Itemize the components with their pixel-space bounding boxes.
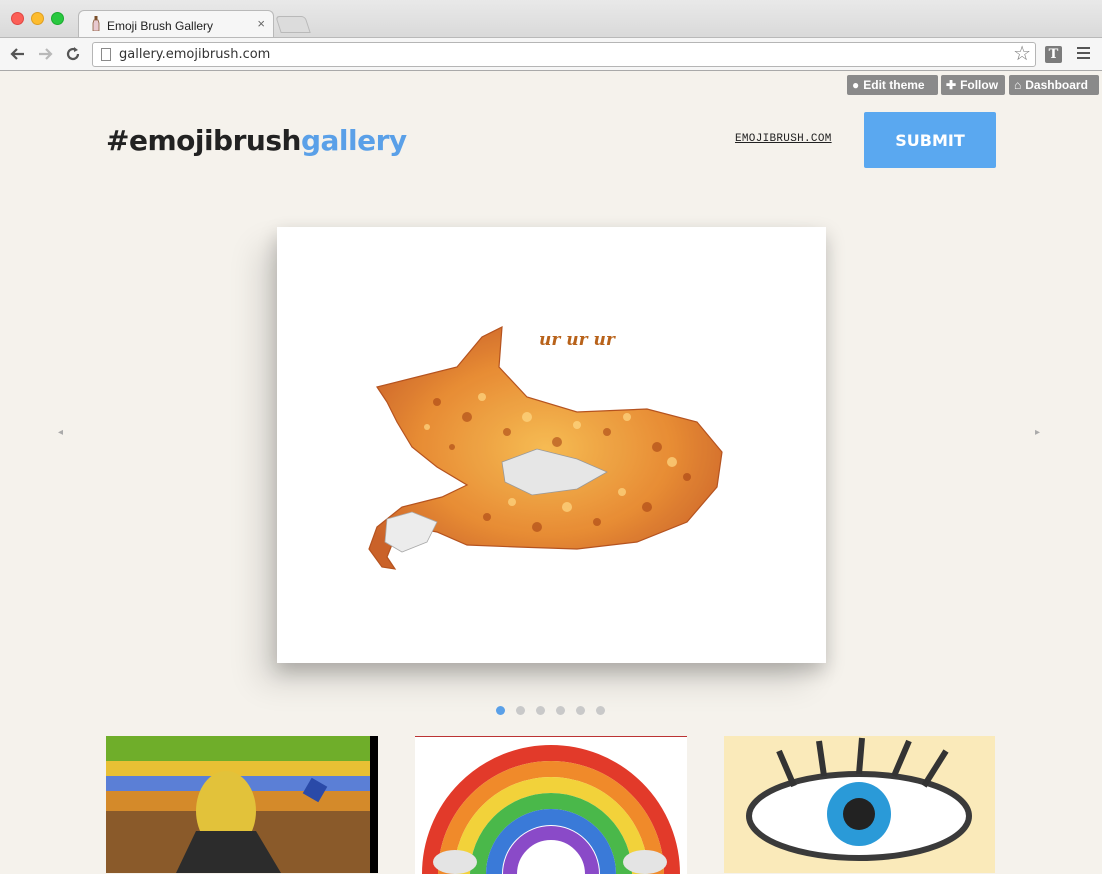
emojibrush-link[interactable]: EMOJIBRUSH.COM: [735, 133, 832, 145]
plus-icon: ✚: [946, 78, 957, 92]
slide-dot-1[interactable]: [496, 706, 505, 715]
slide-dot-3[interactable]: [536, 706, 545, 715]
hamburger-menu-icon[interactable]: [1077, 47, 1090, 61]
tab-title: Emoji Brush Gallery: [107, 19, 214, 33]
site-logo[interactable]: #emojibrushgallery: [106, 124, 407, 157]
emoji-mona-lisa-artwork: [106, 736, 378, 873]
emoji-rainbow-artwork: [415, 737, 687, 874]
new-tab-button[interactable]: [275, 16, 311, 33]
forward-arrow-icon[interactable]: [35, 44, 55, 64]
reload-icon[interactable]: [63, 44, 83, 64]
tab-close-icon[interactable]: ×: [257, 16, 265, 31]
back-arrow-icon[interactable]: [8, 44, 28, 64]
emoji-eye-artwork: [724, 736, 995, 873]
browser-toolbar: gallery.emojibrush.com ☆ T: [0, 37, 1102, 71]
gallery-thumb-eye[interactable]: [724, 736, 995, 873]
close-window-button[interactable]: [11, 12, 24, 25]
slide-caption: ur ur ur: [539, 330, 616, 350]
submit-button[interactable]: SUBMIT: [864, 112, 996, 168]
next-slide-arrow-icon[interactable]: ▸: [1035, 427, 1040, 438]
browser-tabbar: Emoji Brush Gallery ×: [0, 0, 1102, 38]
edit-theme-label: Edit theme: [863, 78, 925, 92]
logo-accent-text: gallery: [300, 124, 407, 157]
home-icon: ⌂: [1014, 78, 1022, 92]
follow-button[interactable]: ✚ Follow: [941, 75, 1005, 95]
slide-pagination: [496, 702, 616, 720]
logo-main-text: #emojibrush: [106, 124, 301, 157]
edit-theme-button[interactable]: ● Edit theme: [847, 75, 938, 95]
address-bar[interactable]: gallery.emojibrush.com ☆: [92, 42, 1036, 67]
extension-t-icon[interactable]: T: [1045, 46, 1062, 63]
slide-dot-2[interactable]: [516, 706, 525, 715]
bottle-icon: [92, 16, 100, 31]
slide-dot-5[interactable]: [576, 706, 585, 715]
slide-dot-6[interactable]: [596, 706, 605, 715]
dashboard-label: Dashboard: [1025, 78, 1088, 92]
follow-label: Follow: [960, 78, 999, 92]
minimize-window-button[interactable]: [31, 12, 44, 25]
url-text[interactable]: gallery.emojibrush.com: [119, 47, 270, 62]
page-icon: [101, 48, 111, 61]
gallery-thumb-mona-lisa[interactable]: [106, 736, 378, 873]
slide-dot-4[interactable]: [556, 706, 565, 715]
bookmark-star-icon[interactable]: ☆: [1013, 43, 1031, 65]
prev-slide-arrow-icon[interactable]: ◂: [58, 427, 63, 438]
featured-slide[interactable]: ur ur ur: [277, 227, 826, 663]
gallery-thumb-rainbow[interactable]: [415, 736, 687, 874]
browser-tab[interactable]: Emoji Brush Gallery ×: [78, 10, 274, 38]
maximize-window-button[interactable]: [51, 12, 64, 25]
eye-icon: ●: [852, 78, 860, 92]
emoji-cat-artwork: ur ur ur: [368, 325, 723, 570]
dashboard-button[interactable]: ⌂ Dashboard: [1009, 75, 1099, 95]
